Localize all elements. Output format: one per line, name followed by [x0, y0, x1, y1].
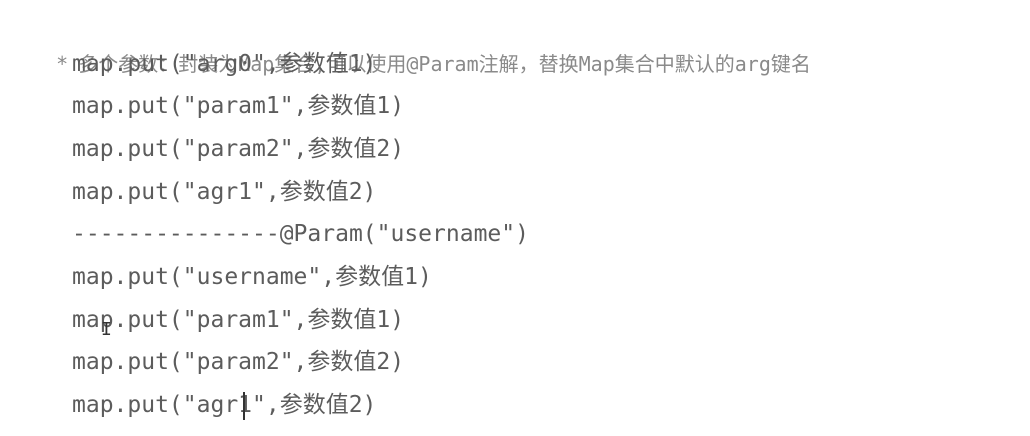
text-cursor-ibeam-icon: I: [101, 319, 112, 340]
code-line-5[interactable]: ---------------@Param("username"): [72, 213, 529, 255]
code-editor[interactable]: * 多个参数：封装为Map集合,可以使用@Param注解，替换Map集合中默认的a…: [0, 0, 1030, 436]
code-line-8[interactable]: map.put("param2",参数值2): [72, 341, 404, 383]
code-line-9[interactable]: map.put("agr1",参数值2): [72, 384, 376, 426]
code-line-6[interactable]: map.put("username",参数值1): [72, 256, 432, 298]
code-line-2[interactable]: map.put("param1",参数值1): [72, 85, 404, 127]
code-line-4[interactable]: map.put("agr1",参数值2): [72, 171, 376, 213]
text-caret: [243, 392, 245, 420]
code-line-7[interactable]: map.put("param1",参数值1): [72, 299, 404, 341]
code-line-1[interactable]: map.put("arg0",参数值1): [72, 43, 376, 85]
code-line-3[interactable]: map.put("param2",参数值2): [72, 128, 404, 170]
comment-star: *: [56, 52, 69, 76]
comment-header-line: * 多个参数：封装为Map集合,可以使用@Param注解，替换Map集合中默认的a…: [8, 1, 811, 76]
